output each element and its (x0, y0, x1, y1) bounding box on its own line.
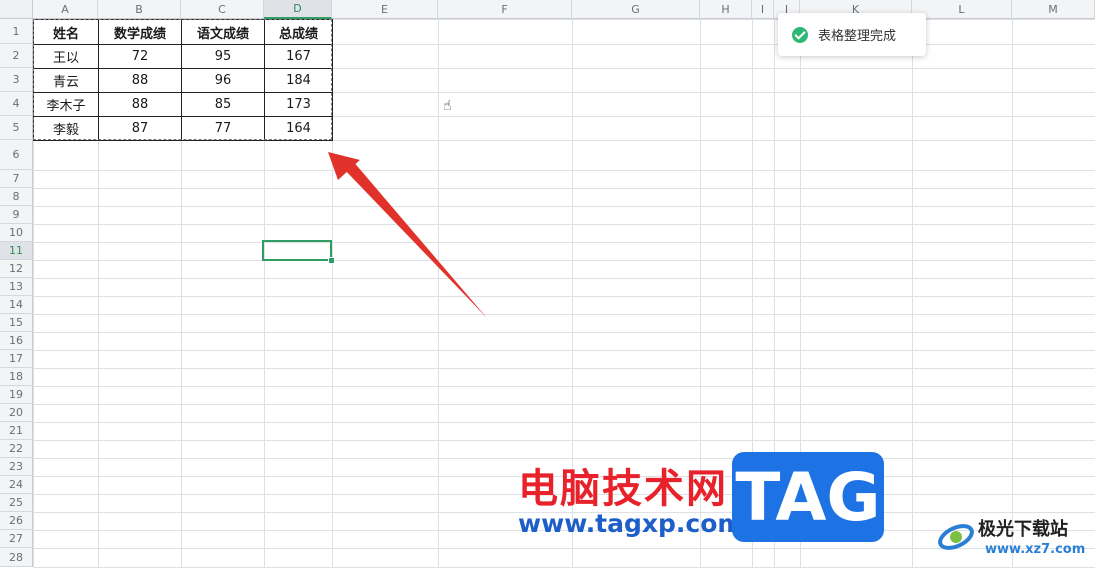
watermark-site2-cn: 极光下载站 (978, 519, 1068, 540)
watermark-brand-cn: 电脑技术网 (518, 466, 728, 512)
watermark-site2-url: www.xz7.com (985, 542, 1086, 557)
watermark-tag-logo: TAG (732, 452, 884, 542)
xz7-logo-icon (938, 524, 974, 550)
arrow-body (342, 160, 487, 318)
watermark-brand-url: www.tagxp.com (518, 509, 744, 538)
